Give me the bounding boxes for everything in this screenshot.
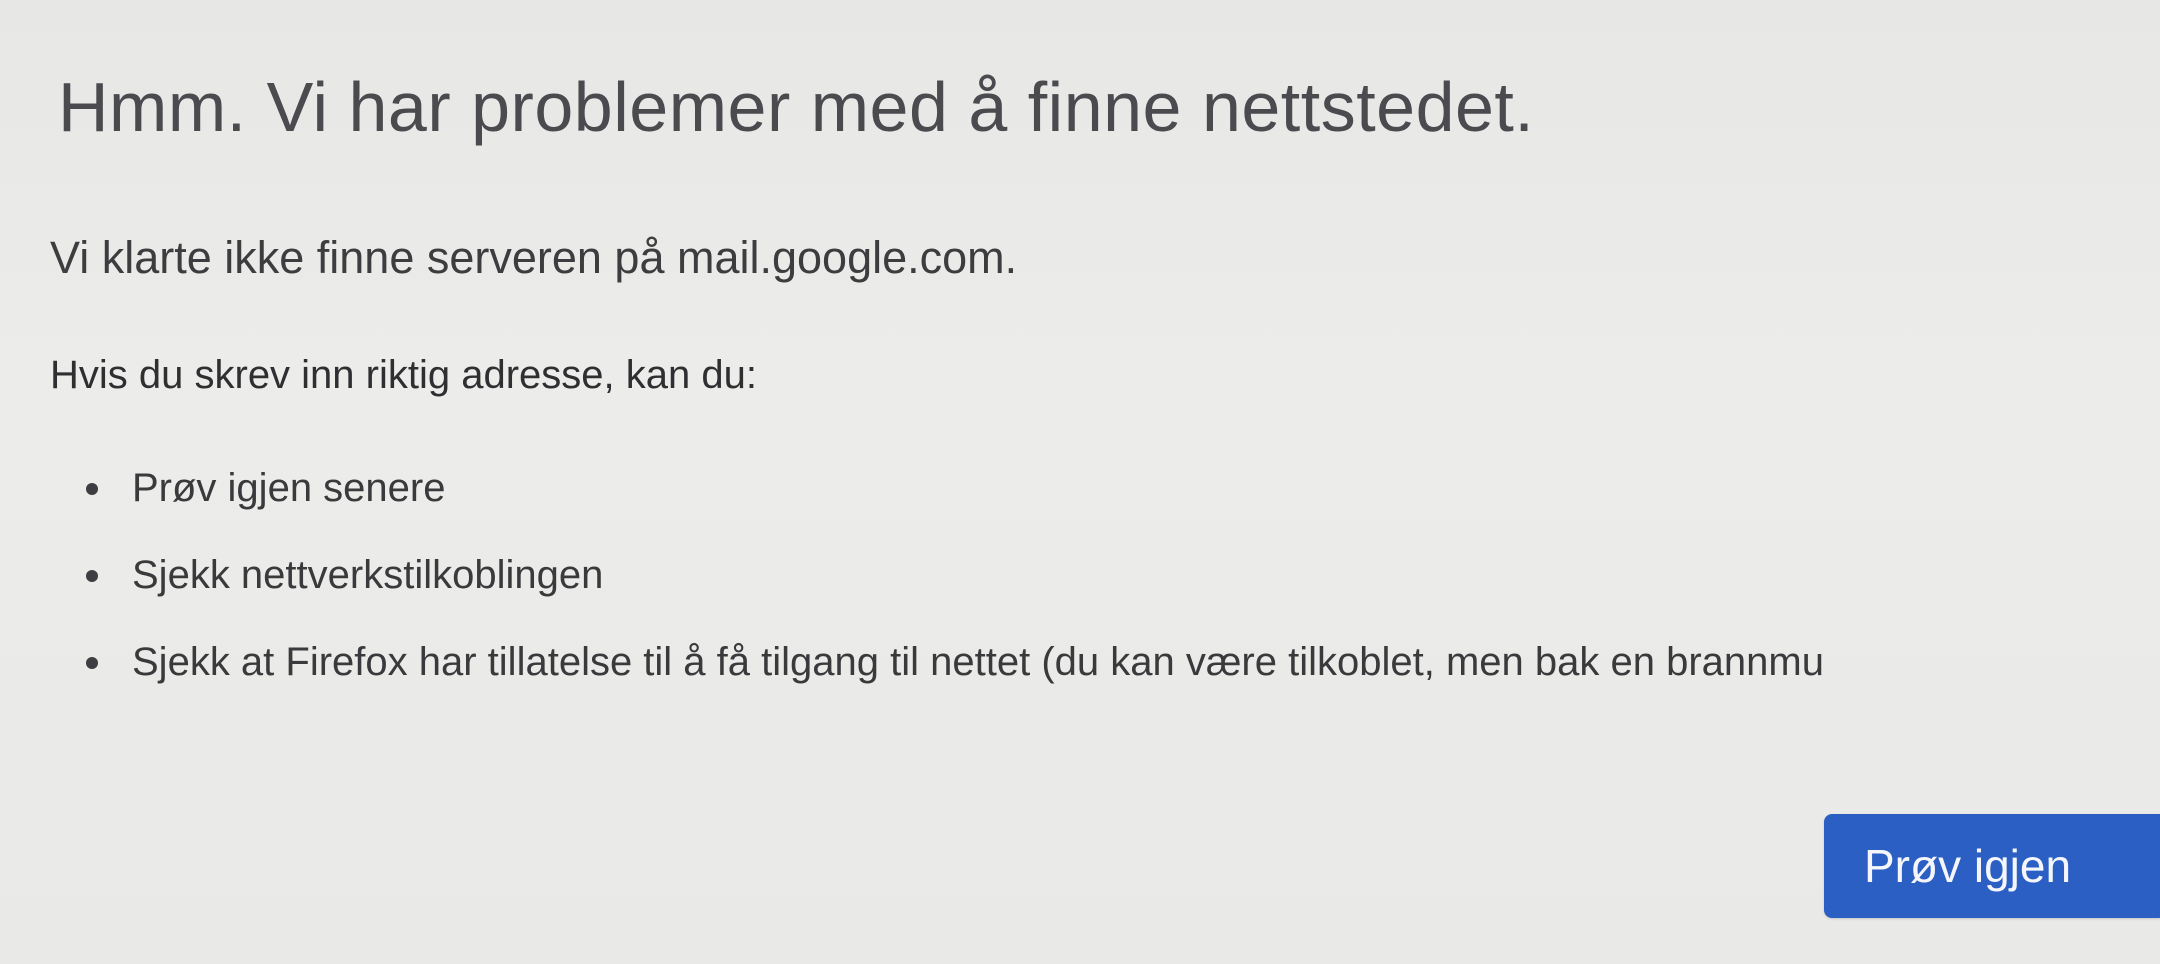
error-message: Vi klarte ikke finne serveren på mail.go…: [50, 232, 1018, 283]
page-title: Hmm. Vi har problemer med å finne nettst…: [58, 68, 1535, 146]
advice-item-label: Sjekk at Firefox har tillatelse til å få…: [132, 640, 1824, 684]
advice-item-check-network: Sjekk nettverkstilkoblingen: [86, 549, 2160, 601]
retry-button[interactable]: Prøv igjen: [1824, 814, 2160, 918]
advice-item-label: Prøv igjen senere: [132, 466, 446, 510]
bullet-icon: [86, 657, 98, 669]
advice-heading: Hvis du skrev inn riktig adresse, kan du…: [50, 353, 757, 397]
advice-list: Prøv igjen senere Sjekk nettverkstilkobl…: [86, 462, 2160, 723]
advice-item-label: Sjekk nettverkstilkoblingen: [132, 553, 604, 597]
error-page: Hmm. Vi har problemer med å finne nettst…: [0, 0, 2160, 964]
bullet-icon: [86, 570, 98, 582]
advice-item-retry-later: Prøv igjen senere: [86, 462, 2160, 514]
advice-item-check-firefox-permission: Sjekk at Firefox har tillatelse til å få…: [86, 636, 2160, 688]
bullet-icon: [86, 483, 98, 495]
